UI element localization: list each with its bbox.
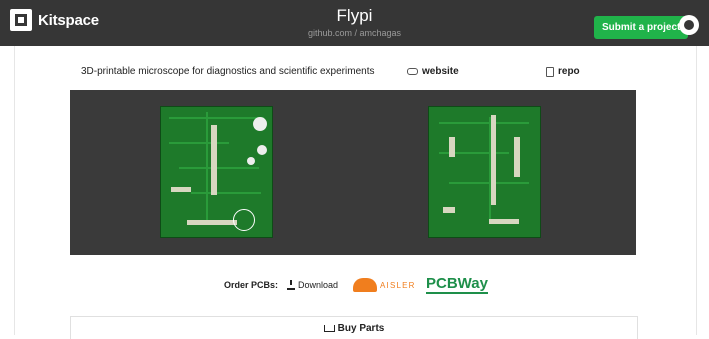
project-description: 3D-printable microscope for diagnostics … [81, 66, 375, 77]
buy-parts-title: Buy Parts [71, 323, 637, 334]
link-icon [407, 68, 418, 75]
repo-link[interactable]: repo [546, 66, 580, 77]
aisler-logo-icon [353, 278, 377, 292]
download-icon [287, 280, 295, 290]
pcb-front-image[interactable] [160, 106, 273, 238]
cart-icon [323, 324, 335, 332]
download-label: Download [298, 280, 339, 290]
pcb-back-image[interactable] [428, 106, 541, 238]
buy-parts-panel: Buy Parts [70, 316, 638, 339]
top-navbar: Kitspace Flypi github.com / amchagas Sub… [0, 0, 709, 46]
repo-label: repo [558, 66, 580, 77]
project-page: 3D-printable microscope for diagnostics … [14, 46, 697, 339]
repo-icon [546, 66, 554, 77]
website-link[interactable]: website [407, 66, 459, 77]
submit-project-button[interactable]: Submit a project [594, 16, 689, 39]
aisler-label: AISLER [380, 280, 416, 290]
creative-commons-icon [233, 209, 255, 231]
github-icon[interactable] [679, 15, 699, 35]
order-pcbs-bar: Order PCBs: Download AISLER PCBWay [214, 274, 491, 298]
pcb-viewer [70, 90, 636, 255]
pcbway-order-button[interactable]: PCBWay [426, 276, 488, 294]
buy-parts-label: Buy Parts [337, 323, 385, 334]
download-gerbers-button[interactable]: Download [287, 280, 338, 290]
order-pcbs-label: Order PCBs: [224, 280, 279, 290]
aisler-order-button[interactable]: AISLER [353, 278, 416, 292]
website-label: website [422, 66, 459, 77]
